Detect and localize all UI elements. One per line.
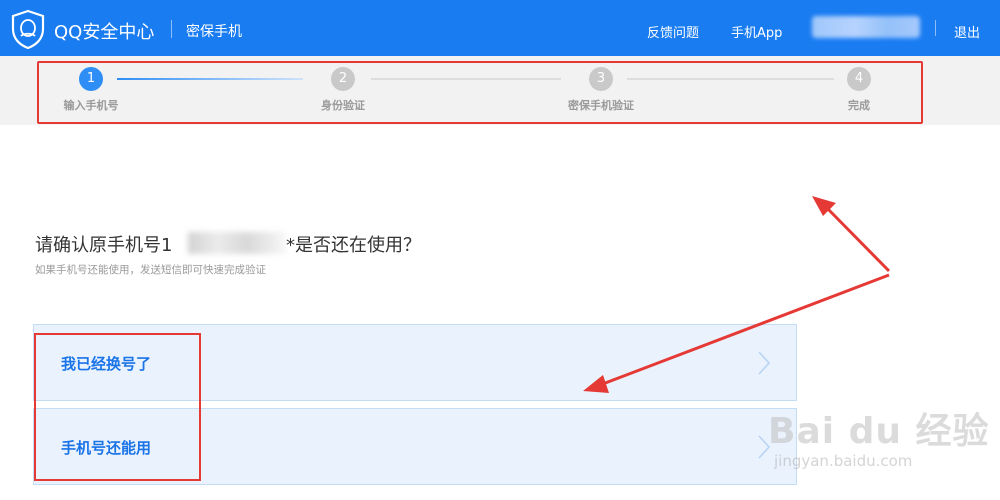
nav-divider	[935, 20, 936, 36]
brand-title[interactable]: QQ安全中心	[54, 18, 154, 44]
qq-shield-icon[interactable]	[10, 9, 46, 49]
question-prefix: 请确认原手机号1	[35, 235, 173, 256]
top-bar: QQ安全中心 密保手机 反馈问题 手机App 退出	[0, 0, 1000, 56]
mobile-app-link[interactable]: 手机App	[731, 22, 782, 41]
chevron-right-icon	[758, 351, 770, 375]
watermark-brand: Bai du 经验	[768, 411, 990, 452]
chevron-right-icon	[758, 435, 770, 459]
brand-divider	[171, 20, 172, 38]
logout-link[interactable]: 退出	[954, 22, 980, 41]
question-suffix: *是否还在使用？	[286, 235, 421, 256]
options-highlight-box	[34, 333, 201, 481]
steps-highlight-box	[37, 61, 923, 124]
user-account-redacted[interactable]	[812, 16, 920, 38]
phone-number-redacted	[188, 232, 286, 254]
question-hint: 如果手机号还能使用，发送短信即可快速完成验证	[35, 264, 266, 276]
page-subtitle: 密保手机	[186, 24, 242, 40]
arrow-to-steps	[812, 196, 891, 273]
feedback-link[interactable]: 反馈问题	[647, 22, 699, 41]
page: QQ安全中心 密保手机 反馈问题 手机App 退出 1 输入手机号 2 身份验证…	[0, 0, 1000, 500]
baidu-jingyan-watermark: Bai du 经验 jingyan.baidu.com	[768, 388, 989, 488]
